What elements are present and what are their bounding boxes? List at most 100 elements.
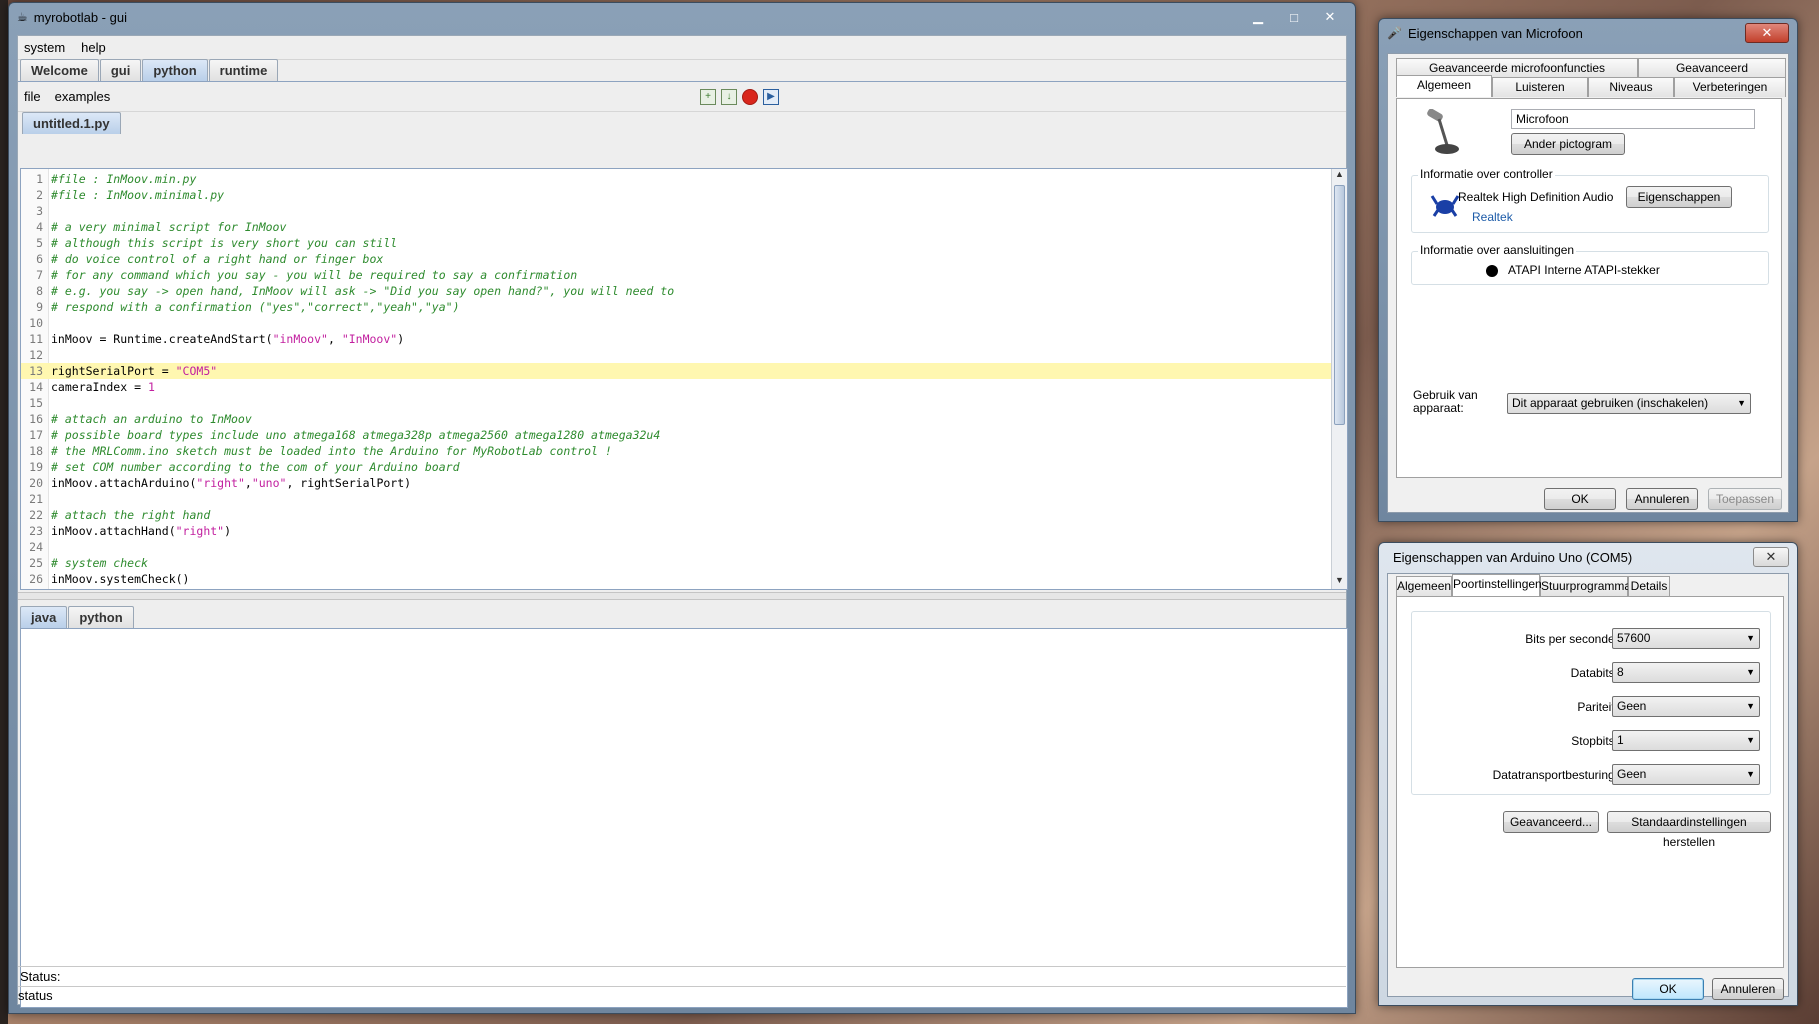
code-line[interactable]: 16 # attach an arduino to InMoov: [21, 411, 1331, 427]
tab-general[interactable]: Algemeen: [1396, 75, 1492, 97]
jacks-group-title: Informatie over aansluitingen: [1418, 243, 1577, 257]
code-line[interactable]: 4 # a very minimal script for InMoov: [21, 219, 1331, 235]
file-tabs: untitled.1.py: [18, 112, 1346, 134]
close-button[interactable]: ✕: [1753, 547, 1789, 567]
code-line[interactable]: 12: [21, 347, 1331, 363]
code-literal: "uno": [251, 476, 287, 490]
code-line[interactable]: 11 inMoov = Runtime.createAndStart("inMoo…: [21, 331, 1331, 347]
code-line[interactable]: 10: [21, 315, 1331, 331]
cancel-button[interactable]: Annuleren: [1626, 488, 1698, 510]
tab-java-console[interactable]: java: [20, 606, 68, 628]
code-line[interactable]: 17 # possible board types include uno atm…: [21, 427, 1331, 443]
code-text: inMoov.systemCheck(): [51, 572, 190, 586]
code-line[interactable]: 23 inMoov.attachHand("right"): [21, 523, 1331, 539]
menu-examples[interactable]: examples: [55, 89, 111, 104]
maximize-button[interactable]: □: [1277, 7, 1311, 27]
code-line[interactable]: 14 cameraIndex = 1: [21, 379, 1331, 395]
close-button[interactable]: ✕: [1745, 23, 1789, 43]
tab-welcome[interactable]: Welcome: [20, 59, 99, 81]
code-line[interactable]: 13 rightSerialPort = "COM5": [21, 363, 1331, 379]
execute-icon[interactable]: ▶: [763, 89, 779, 105]
code-line[interactable]: 5 # although this script is very short yo…: [21, 235, 1331, 251]
ok-button[interactable]: OK: [1544, 488, 1616, 510]
code-line[interactable]: 19 # set COM number according to the com …: [21, 459, 1331, 475]
tab-driver[interactable]: Stuurprogramma: [1540, 576, 1631, 596]
minimize-button[interactable]: ▁: [1241, 7, 1275, 27]
scroll-up-icon[interactable]: ▲: [1332, 169, 1347, 183]
ok-button[interactable]: OK: [1632, 978, 1704, 1000]
change-icon-button[interactable]: Ander pictogram: [1511, 133, 1625, 155]
tab-runtime[interactable]: runtime: [208, 59, 279, 81]
device-name-input[interactable]: Microfoon: [1511, 109, 1755, 129]
code-literal: "inMoov": [272, 332, 328, 346]
split-divider[interactable]: [18, 592, 1346, 600]
properties-button[interactable]: Eigenschappen: [1626, 186, 1732, 208]
apply-button[interactable]: Toepassen: [1708, 488, 1782, 510]
menu-file[interactable]: file: [24, 89, 41, 104]
code-line[interactable]: 7 # for any command which you say - you w…: [21, 267, 1331, 283]
flow-control-select[interactable]: Geen ▼: [1612, 764, 1760, 785]
line-number: 13: [29, 364, 43, 378]
code-line[interactable]: 26 inMoov.systemCheck(): [21, 571, 1331, 587]
code-line[interactable]: 18 # the MRLComm.ino sketch must be loade…: [21, 443, 1331, 459]
scroll-thumb[interactable]: [1334, 185, 1345, 425]
menu-help[interactable]: help: [81, 40, 106, 55]
code-line[interactable]: 3: [21, 203, 1331, 219]
cancel-button[interactable]: Annuleren: [1712, 978, 1784, 1000]
code-text: ,: [327, 332, 342, 346]
code-line[interactable]: 21: [21, 491, 1331, 507]
code-line[interactable]: 20 inMoov.attachArduino("right","uno", ri…: [21, 475, 1331, 491]
tab-advanced[interactable]: Geavanceerd: [1638, 58, 1786, 78]
menu-system[interactable]: system: [24, 40, 65, 55]
tab-enhancements[interactable]: Verbeteringen: [1674, 77, 1786, 97]
databits-select[interactable]: 8 ▼: [1612, 662, 1760, 683]
code-line[interactable]: 2 #file : InMoov.minimal.py: [21, 187, 1331, 203]
mic-tabs-bottom: Algemeen Luisteren Niveaus Verbeteringen: [1396, 75, 1786, 97]
chevron-down-icon: ▼: [1737, 398, 1746, 408]
stop-icon[interactable]: [742, 89, 758, 105]
parity-select[interactable]: Geen ▼: [1612, 696, 1760, 717]
restore-defaults-button[interactable]: Standaardinstellingen herstellen: [1607, 811, 1771, 849]
baud-select[interactable]: 57600 ▼: [1612, 628, 1760, 649]
new-file-icon[interactable]: +: [700, 89, 716, 105]
code-line[interactable]: 6 # do voice control of a right hand or f…: [21, 251, 1331, 267]
tab-untitled-file[interactable]: untitled.1.py: [22, 112, 121, 134]
flow-control-value: Geen: [1617, 767, 1647, 781]
code-line[interactable]: 24: [21, 539, 1331, 555]
realtek-crab-icon: [1428, 190, 1462, 220]
save-file-icon[interactable]: ↓: [721, 89, 737, 105]
scroll-down-icon[interactable]: ▼: [1332, 575, 1347, 589]
stopbits-select[interactable]: 1 ▼: [1612, 730, 1760, 751]
line-number: 3: [36, 204, 43, 218]
tab-python[interactable]: python: [142, 59, 208, 81]
controller-vendor-link[interactable]: Realtek: [1472, 210, 1513, 224]
code-line[interactable]: 1 #file : InMoov.min.py: [21, 171, 1331, 187]
editor-scrollbar[interactable]: ▲ ▼: [1331, 169, 1347, 589]
status-text: status: [18, 988, 53, 1003]
code-literal: "COM5": [175, 364, 218, 378]
code-text: inMoov.attachHand(: [51, 524, 176, 538]
code-line[interactable]: 9 # respond with a confirmation ("yes","c…: [21, 299, 1331, 315]
com-titlebar[interactable]: Eigenschappen van Arduino Uno (COM5) ✕: [1379, 543, 1797, 571]
console-output[interactable]: [20, 628, 1348, 1008]
parity-value: Geen: [1617, 699, 1647, 713]
com-client: Algemeen Poortinstellingen Stuurprogramm…: [1387, 573, 1789, 1000]
tab-python-console[interactable]: python: [68, 606, 134, 628]
tab-levels[interactable]: Niveaus: [1588, 77, 1674, 97]
mic-titlebar[interactable]: 🎤 Eigenschappen van Microfoon ✕: [1379, 19, 1797, 47]
mrl-titlebar[interactable]: ☕ myrobotlab - gui ▁ □ ✕: [9, 3, 1355, 31]
usage-select[interactable]: Dit apparaat gebruiken (inschakelen) ▼: [1507, 393, 1751, 414]
tab-port-settings[interactable]: Poortinstellingen: [1452, 574, 1542, 596]
code-line[interactable]: 8 # e.g. you say -> open hand, InMoov wil…: [21, 283, 1331, 299]
tab-general[interactable]: Algemeen: [1396, 576, 1452, 596]
tab-gui[interactable]: gui: [99, 59, 142, 81]
tab-details[interactable]: Details: [1628, 576, 1670, 596]
advanced-button[interactable]: Geavanceerd...: [1503, 811, 1599, 833]
tab-listen[interactable]: Luisteren: [1492, 77, 1588, 97]
close-button[interactable]: ✕: [1313, 7, 1347, 27]
code-line[interactable]: 15: [21, 395, 1331, 411]
code-comment: # a very minimal script for InMoov: [51, 220, 287, 234]
code-line[interactable]: 22 # attach the right hand: [21, 507, 1331, 523]
code-line[interactable]: 25 # system check: [21, 555, 1331, 571]
code-editor[interactable]: 1 #file : InMoov.min.py 2 #file : InMoov.mi…: [20, 168, 1348, 590]
